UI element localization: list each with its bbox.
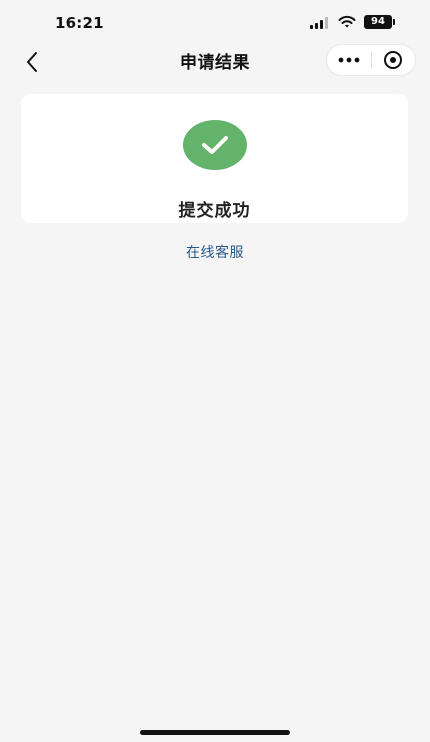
status-time: 16:21 xyxy=(55,14,104,32)
close-button[interactable] xyxy=(371,45,415,75)
back-button[interactable] xyxy=(18,48,46,76)
online-service-link[interactable]: 在线客服 xyxy=(0,242,430,262)
more-button[interactable] xyxy=(327,45,371,75)
battery-level: 94 xyxy=(371,16,385,27)
check-icon xyxy=(201,136,228,154)
result-card: 提交成功 xyxy=(21,94,408,223)
result-message: 提交成功 xyxy=(178,201,251,221)
close-circle-icon xyxy=(384,51,403,69)
status-icons: 94 xyxy=(310,15,395,29)
more-dots-icon xyxy=(338,57,360,63)
chevron-left-icon xyxy=(27,52,37,72)
success-badge xyxy=(182,120,247,170)
nav-bar: 申请结果 xyxy=(0,44,430,78)
battery-icon: 94 xyxy=(364,15,395,29)
home-indicator xyxy=(140,730,290,735)
page-title: 申请结果 xyxy=(180,53,250,73)
wifi-icon xyxy=(338,15,356,28)
status-bar: 16:21 94 xyxy=(0,0,430,44)
mini-program-capsule xyxy=(326,44,416,76)
signal-icon xyxy=(310,15,330,29)
